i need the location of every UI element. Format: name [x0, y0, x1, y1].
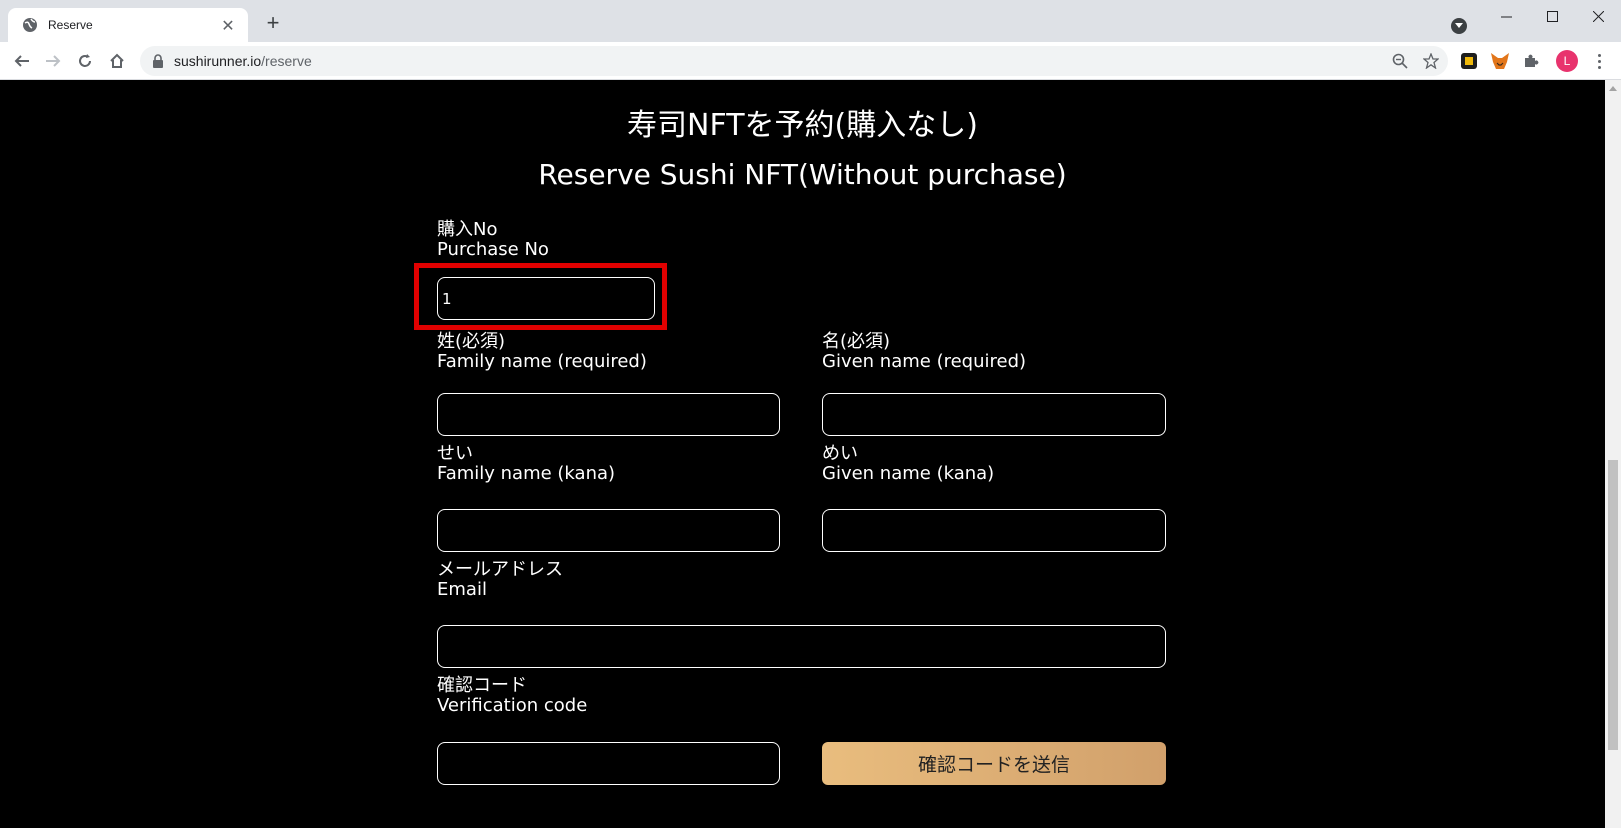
family-kana-input[interactable] — [437, 509, 780, 552]
given-name-label: 名(必須) Given name (required) — [822, 331, 1027, 372]
lock-icon — [153, 54, 163, 68]
close-window-icon[interactable] — [1575, 0, 1621, 32]
page-scrollbar[interactable] — [1605, 80, 1621, 828]
browser-toolbar: sushirunner.io/reserve — [0, 42, 1621, 80]
tab-title: Reserve — [48, 18, 93, 32]
metamask-fox-icon[interactable] — [1490, 51, 1510, 71]
given-name-input[interactable] — [822, 393, 1166, 436]
send-verification-code-button[interactable]: 確認コードを送信 — [822, 742, 1166, 785]
new-tab-button[interactable]: + — [262, 10, 284, 35]
email-label: メールアドレス Email — [437, 559, 563, 600]
tab-strip: Reserve ✕ + — [0, 0, 1621, 42]
extension-cube-icon[interactable] — [1459, 51, 1479, 71]
purchase-no-input[interactable] — [437, 277, 655, 320]
back-arrow-icon[interactable] — [9, 48, 35, 74]
bookmark-star-icon[interactable] — [1423, 53, 1439, 69]
profile-avatar[interactable]: L — [1556, 50, 1578, 72]
address-bar[interactable]: sushirunner.io/reserve — [140, 46, 1448, 76]
tab-search-icon[interactable] — [1451, 18, 1467, 34]
minimize-icon[interactable] — [1483, 0, 1529, 32]
home-icon[interactable] — [104, 48, 130, 74]
verification-label: 確認コード Verification code — [437, 675, 588, 716]
given-kana-input[interactable] — [822, 509, 1166, 552]
family-name-label: 姓(必須) Family name (required) — [437, 331, 647, 372]
globe-icon — [23, 18, 37, 32]
page-title-en: Reserve Sushi NFT(Without purchase) — [538, 158, 1067, 191]
reload-icon[interactable] — [72, 48, 98, 74]
menu-dots-icon[interactable] — [1591, 50, 1607, 72]
scrollbar-thumb[interactable] — [1608, 460, 1618, 750]
reserve-page: 寿司NFTを予約(購入なし) Reserve Sushi NFT(Without… — [0, 80, 1605, 828]
family-name-input[interactable] — [437, 393, 780, 436]
maximize-icon[interactable] — [1529, 0, 1575, 32]
extensions-puzzle-icon[interactable] — [1521, 51, 1541, 71]
close-tab-icon[interactable]: ✕ — [218, 15, 238, 35]
page-title-ja: 寿司NFTを予約(購入なし) — [627, 108, 978, 143]
tab-reserve[interactable]: Reserve ✕ — [8, 8, 248, 42]
zoom-icon[interactable] — [1392, 53, 1408, 69]
scroll-up-arrow-icon[interactable] — [1609, 86, 1617, 91]
forward-arrow-icon[interactable] — [40, 48, 66, 74]
email-input[interactable] — [437, 625, 1166, 668]
verification-code-input[interactable] — [437, 742, 780, 785]
purchase-no-label: 購入No Purchase No — [437, 219, 549, 260]
given-kana-label: めい Given name (kana) — [822, 443, 995, 484]
family-kana-label: せい Family name (kana) — [437, 443, 616, 484]
url-text: sushirunner.io/reserve — [174, 53, 312, 69]
